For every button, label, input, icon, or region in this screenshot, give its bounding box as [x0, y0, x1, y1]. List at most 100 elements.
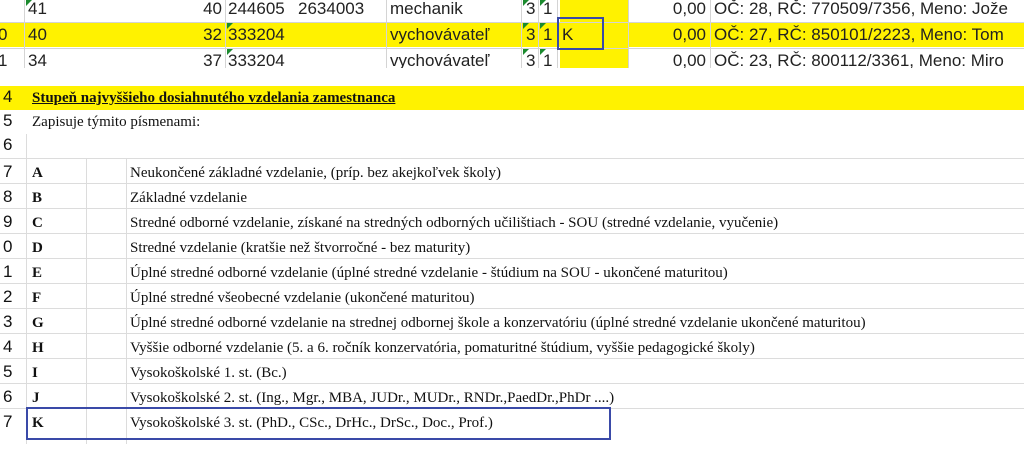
row-number: 6 [3, 135, 13, 154]
grid-line [710, 0, 711, 68]
comment-marker-icon [540, 23, 546, 29]
grid-line [0, 158, 1024, 159]
grid-line [521, 0, 522, 68]
row-number: 2 [3, 287, 13, 306]
row-number: 8 [3, 187, 13, 206]
grid-line [0, 358, 1024, 359]
cell-details[interactable]: OČ: 23, RČ: 800112/3361, Meno: Miro [714, 50, 1004, 68]
row-number: 4 [3, 87, 13, 106]
grid-line [225, 0, 226, 68]
sheet-row-highlighted[interactable]: 0 40 32 333204 vychovávateľ 3 1 K 0,00 O… [0, 23, 1024, 47]
row-number: 0 [3, 237, 13, 256]
cell-details[interactable]: OČ: 28, RČ: 770509/7356, Meno: Jože [714, 0, 1008, 20]
education-description: Úplné stredné všeobecné vzdelanie (ukonč… [130, 290, 475, 306]
grid-line [386, 0, 387, 68]
grid-line [86, 158, 87, 444]
education-description: Úplné stredné odborné vzdelanie (úplné s… [130, 265, 728, 281]
legend-item: 8 B Základné vzdelanie [0, 186, 1024, 210]
grid-line [628, 0, 629, 68]
row-number: 1 [3, 262, 13, 281]
legend-item: 7 A Neukončené základné vzdelanie, (príp… [0, 161, 1024, 185]
education-description: Stredné odborné vzdelanie, získané na st… [130, 215, 779, 231]
education-code: G [32, 315, 44, 331]
row-number: 5 [3, 362, 13, 381]
cell-amount[interactable]: 0,00 [673, 24, 706, 46]
grid-line [0, 283, 1024, 284]
grid-line [0, 308, 1024, 309]
education-code: I [32, 365, 38, 381]
education-description: Základné vzdelanie [130, 190, 248, 206]
cell-count[interactable]: 37 [203, 50, 222, 68]
cell-profession[interactable]: vychovávateľ [390, 50, 489, 68]
row-number: 7 [3, 412, 13, 431]
row-number: 3 [3, 312, 13, 331]
sheet-row[interactable]: 1 34 37 333204 vychovávateľ 3 1 0,00 OČ:… [0, 49, 1024, 68]
grid-line [0, 383, 1024, 384]
legend-item: 1 E Úplné stredné odborné vzdelanie (úpl… [0, 261, 1024, 285]
grid-line [0, 333, 1024, 334]
grid-line [538, 0, 539, 68]
legend-title: Stupeň najvyššieho dosiahnutého vzdelani… [32, 90, 396, 106]
cell-count[interactable]: 32 [203, 24, 222, 46]
row-number: 7 [3, 162, 13, 181]
row-number: 6 [3, 387, 13, 406]
cell-number[interactable]: 34 [28, 50, 47, 68]
comment-marker-icon [227, 23, 233, 29]
grid-line [0, 258, 1024, 259]
cell-code[interactable]: 333204 [228, 50, 285, 68]
grid-line [0, 183, 1024, 184]
comment-marker-icon [540, 0, 546, 6]
education-legend: 4 Stupeň najvyššieho dosiahnutého vzdela… [0, 68, 1024, 452]
comment-marker-icon [523, 0, 529, 6]
education-code: F [32, 290, 42, 306]
comment-marker-icon [540, 49, 546, 55]
cell-code-2[interactable]: 2634003 [298, 0, 364, 20]
grid-line [0, 233, 1024, 234]
comment-marker-icon [227, 49, 233, 55]
cell-profession[interactable]: mechanik [390, 0, 463, 20]
education-code: A [32, 165, 43, 181]
legend-item: 2 F Úplné stredné všeobecné vzdelanie (u… [0, 286, 1024, 310]
education-description: Stredné vzdelanie (kratšie než štvorročn… [130, 240, 471, 256]
legend-item: 4 H Vyššie odborné vzdelanie (5. a 6. ro… [0, 336, 1024, 360]
grid-line [0, 208, 1024, 209]
grid-line [126, 158, 127, 444]
row-number: 9 [3, 212, 13, 231]
legend-subtitle: Zapisuje týmito písmenami: [32, 114, 201, 130]
cell-profession[interactable]: vychovávateľ [390, 24, 489, 46]
education-description: Úplné stredné odborné vzdelanie na stred… [130, 315, 866, 331]
comment-marker-icon [523, 23, 529, 29]
education-code: C [32, 215, 43, 231]
comment-marker-icon [26, 0, 32, 6]
cell-amount[interactable]: 0,00 [673, 0, 706, 20]
grid-line [24, 0, 25, 68]
grid-line [0, 22, 1024, 23]
sheet-row[interactable]: 41 40 244605 2634003 mechanik 3 1 0,00 O… [0, 0, 1024, 21]
highlighted-item-frame [26, 407, 611, 440]
row-number: 4 [3, 337, 13, 356]
education-description: Vysokoškolské 1. st. (Bc.) [130, 365, 287, 381]
cell-amount[interactable]: 0,00 [673, 50, 706, 68]
row-edge-mark: 0 [0, 25, 8, 44]
cell-code[interactable]: 333204 [228, 24, 285, 46]
cell-count[interactable]: 40 [203, 0, 222, 20]
cell-number[interactable]: 40 [28, 24, 47, 46]
selected-cell-frame [557, 17, 604, 50]
education-code: J [32, 390, 40, 406]
legend-item: 5 I Vysokoškolské 1. st. (Bc.) [0, 361, 1024, 385]
blank-row: 6 [0, 134, 1024, 158]
education-code: H [32, 340, 44, 356]
legend-item: 3 G Úplné stredné odborné vzdelanie na s… [0, 311, 1024, 335]
grid-line [26, 134, 27, 444]
spreadsheet-excerpt: 41 40 244605 2634003 mechanik 3 1 0,00 O… [0, 0, 1024, 68]
cell-details[interactable]: OČ: 27, RČ: 850101/2223, Meno: Tom [714, 24, 1004, 46]
legend-item: 0 D Stredné vzdelanie (kratšie než štvor… [0, 236, 1024, 260]
row-edge-mark: 1 [0, 51, 8, 68]
cell-code[interactable]: 244605 [228, 0, 285, 20]
education-description: Vyššie odborné vzdelanie (5. a 6. ročník… [130, 340, 755, 356]
education-code: B [32, 190, 43, 206]
title-row: 4 Stupeň najvyššieho dosiahnutého vzdela… [0, 86, 1024, 110]
education-description: Neukončené základné vzdelanie, (príp. be… [130, 165, 501, 181]
comment-marker-icon [523, 49, 529, 55]
education-code: E [32, 265, 43, 281]
